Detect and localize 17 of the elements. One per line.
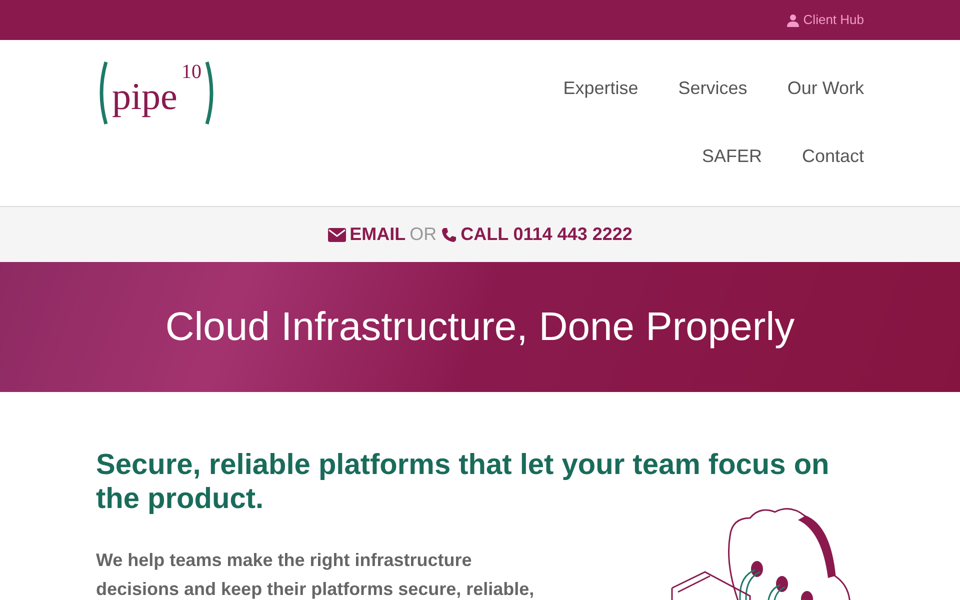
client-hub-link[interactable]: Client Hub (787, 10, 864, 30)
intro-paragraph: We help teams make the right infrastructure decisions and keep their platforms secure, reliable, (96, 549, 536, 600)
email-link[interactable]: EMAIL (328, 221, 406, 248)
nav-link[interactable]: Our Work (787, 54, 864, 122)
nav-link[interactable]: Expertise (563, 54, 638, 122)
logo-word: pipe (112, 78, 178, 116)
phone-icon (440, 226, 457, 242)
call-link[interactable]: CALL 0114 443 2222 (440, 221, 632, 248)
logo-superscript: 10 (181, 62, 202, 82)
section-heading: Secure, reliable platforms that let your team focus on the product. (96, 448, 830, 516)
hero-title: Cloud Infrastructure, Done Properly (165, 304, 795, 351)
envelope-icon (328, 228, 346, 242)
nav-link[interactable]: Contact (802, 122, 864, 190)
separator-text: OR (410, 223, 437, 246)
nav-link[interactable]: Services (678, 54, 748, 122)
user-icon (787, 14, 800, 26)
nav-link[interactable]: SAFER (702, 122, 762, 190)
